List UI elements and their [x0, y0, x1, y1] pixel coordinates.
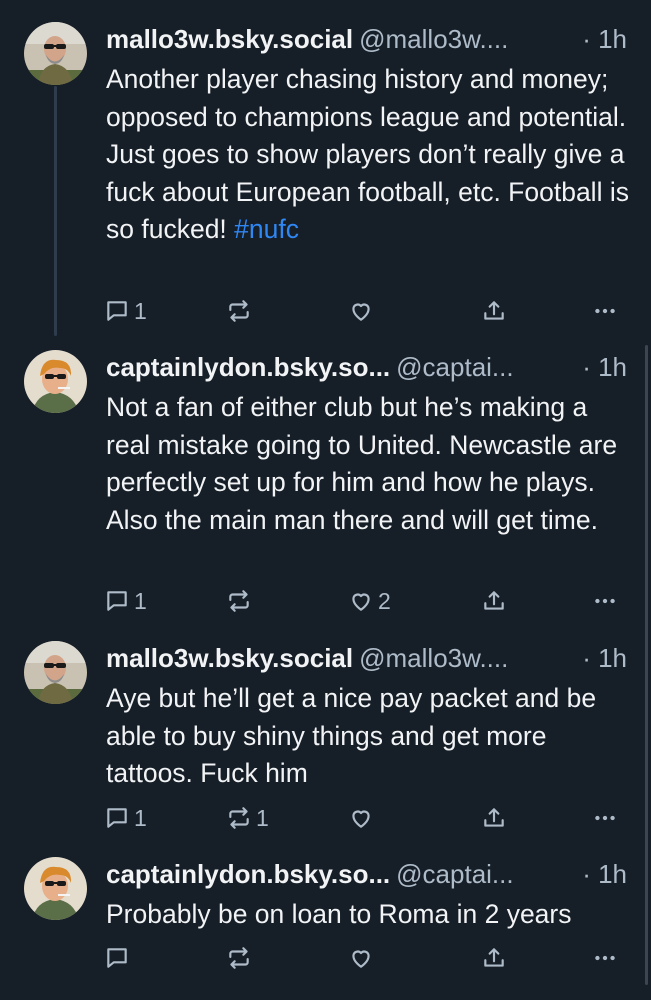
handle[interactable]: @captai... — [396, 352, 513, 382]
scrollbar[interactable] — [645, 345, 648, 985]
handle[interactable]: @mallo3w.... — [359, 643, 508, 673]
reply-button[interactable]: 1 — [104, 584, 147, 618]
more-button[interactable] — [592, 941, 618, 975]
repost-button[interactable] — [226, 584, 256, 618]
avatar[interactable] — [24, 350, 87, 413]
thread-line — [54, 86, 57, 336]
reply-icon — [104, 588, 130, 614]
reply-count: 1 — [134, 587, 147, 614]
post-text: Probably be on loan to Roma in 2 years — [106, 896, 631, 934]
timestamp[interactable]: · 1h — [582, 22, 627, 56]
post[interactable]: captainlydon.bsky.so... @captai... · 1h P… — [0, 843, 651, 1000]
post-header: captainlydon.bsky.so... @captai... · 1h — [106, 350, 627, 384]
post[interactable]: mallo3w.bsky.social @mallo3w.... · 1h Ano… — [0, 0, 651, 336]
post-actions — [104, 941, 629, 975]
more-button[interactable] — [592, 584, 618, 618]
reply-count: 1 — [134, 297, 147, 324]
reply-icon — [104, 805, 130, 831]
more-icon — [592, 588, 618, 614]
post-header: mallo3w.bsky.social @mallo3w.... · 1h — [106, 22, 627, 56]
display-name[interactable]: captainlydon.bsky.so... — [106, 859, 390, 889]
post[interactable]: captainlydon.bsky.so... @captai... · 1h N… — [0, 336, 651, 626]
like-button[interactable]: 2 — [348, 584, 391, 618]
like-button[interactable] — [348, 294, 378, 328]
post-text: Another player chasing history and money… — [106, 61, 631, 249]
share-icon — [481, 805, 507, 831]
timestamp[interactable]: · 1h — [582, 350, 627, 384]
post-body: Aye but he’ll get a nice pay packet and … — [106, 683, 597, 788]
handle[interactable]: @mallo3w.... — [359, 24, 508, 54]
display-name[interactable]: captainlydon.bsky.so... — [106, 352, 390, 382]
repost-icon — [226, 805, 252, 831]
more-button[interactable] — [592, 801, 618, 835]
share-icon — [481, 298, 507, 324]
heart-icon — [348, 945, 374, 971]
display-name[interactable]: mallo3w.bsky.social — [106, 24, 353, 54]
repost-icon — [226, 588, 252, 614]
avatar[interactable] — [24, 857, 87, 920]
share-icon — [481, 588, 507, 614]
heart-icon — [348, 588, 374, 614]
hashtag-link[interactable]: #nufc — [234, 214, 299, 244]
like-count: 2 — [378, 587, 391, 614]
display-name[interactable]: mallo3w.bsky.social — [106, 643, 353, 673]
reply-button[interactable] — [104, 941, 134, 975]
avatar[interactable] — [24, 22, 87, 85]
reply-icon — [104, 945, 130, 971]
share-button[interactable] — [481, 294, 507, 328]
more-icon — [592, 945, 618, 971]
repost-icon — [226, 298, 252, 324]
post-text: Not a fan of either club but he’s making… — [106, 389, 631, 539]
more-icon — [592, 298, 618, 324]
post-actions: 1 1 — [104, 801, 629, 835]
repost-button[interactable]: 1 — [226, 801, 269, 835]
avatar[interactable] — [24, 641, 87, 704]
more-icon — [592, 805, 618, 831]
heart-icon — [348, 805, 374, 831]
post-body: Not a fan of either club but he’s making… — [106, 392, 618, 535]
reply-button[interactable]: 1 — [104, 801, 147, 835]
repost-button[interactable] — [226, 294, 256, 328]
repost-count: 1 — [256, 804, 269, 831]
post-text: Aye but he’ll get a nice pay packet and … — [106, 680, 631, 793]
handle[interactable]: @captai... — [396, 859, 513, 889]
more-button[interactable] — [592, 294, 618, 328]
heart-icon — [348, 298, 374, 324]
timestamp[interactable]: · 1h — [582, 857, 627, 891]
like-button[interactable] — [348, 941, 378, 975]
reply-icon — [104, 298, 130, 324]
repost-button[interactable] — [226, 941, 256, 975]
post-header: captainlydon.bsky.so... @captai... · 1h — [106, 857, 627, 891]
reply-button[interactable]: 1 — [104, 294, 147, 328]
timestamp[interactable]: · 1h — [582, 641, 627, 675]
share-icon — [481, 945, 507, 971]
share-button[interactable] — [481, 584, 507, 618]
post[interactable]: mallo3w.bsky.social @mallo3w.... · 1h Aye… — [0, 627, 651, 842]
post-body: Probably be on loan to Roma in 2 years — [106, 899, 572, 929]
reply-count: 1 — [134, 804, 147, 831]
repost-icon — [226, 945, 252, 971]
share-button[interactable] — [481, 801, 507, 835]
post-actions: 1 2 — [104, 584, 629, 618]
like-button[interactable] — [348, 801, 378, 835]
share-button[interactable] — [481, 941, 507, 975]
post-header: mallo3w.bsky.social @mallo3w.... · 1h — [106, 641, 627, 675]
post-actions: 1 — [104, 294, 629, 328]
post-body: Another player chasing history and money… — [106, 64, 629, 244]
